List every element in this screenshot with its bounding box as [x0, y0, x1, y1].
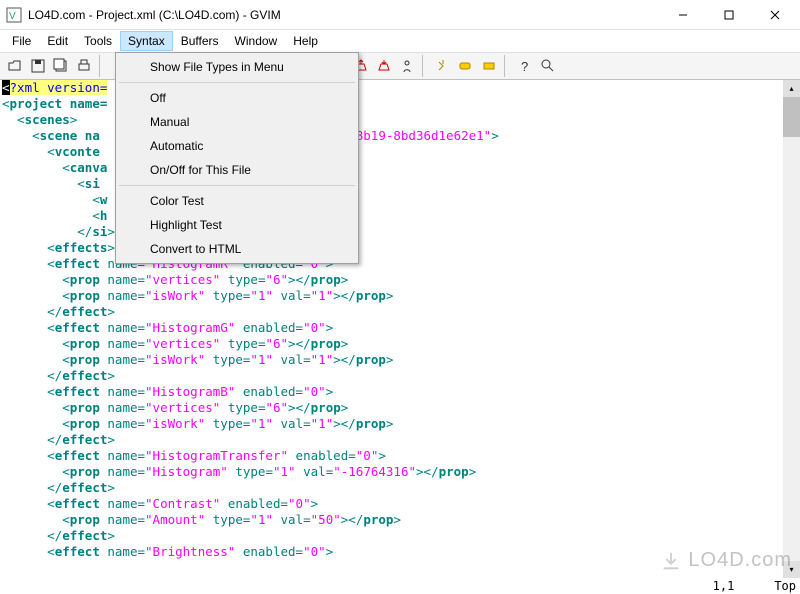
cursor-position: 1,1 — [713, 579, 735, 593]
jump-icon[interactable] — [478, 55, 500, 77]
menu-separator — [119, 82, 355, 83]
menuitem-onoff-file[interactable]: On/Off for This File — [118, 158, 356, 182]
toolbar-separator — [504, 55, 510, 77]
menuitem-show-filetypes[interactable]: Show File Types in Menu — [118, 55, 356, 79]
menu-buffers[interactable]: Buffers — [173, 31, 227, 51]
save-icon[interactable] — [27, 55, 49, 77]
watermark: LO4D.com — [660, 549, 792, 572]
toolbar-separator — [99, 55, 105, 77]
syntax-dropdown: Show File Types in Menu Off Manual Autom… — [115, 52, 359, 264]
toolbar-separator — [422, 55, 428, 77]
menu-edit[interactable]: Edit — [39, 31, 76, 51]
watermark-text: LO4D.com — [688, 549, 792, 572]
print-icon[interactable] — [73, 55, 95, 77]
svg-text:V: V — [9, 11, 16, 22]
tags-icon[interactable] — [455, 55, 477, 77]
titlebar: V LO4D.com - Project.xml (C:\LO4D.com) -… — [0, 0, 800, 30]
menuitem-color-test[interactable]: Color Test — [118, 189, 356, 213]
window-controls — [660, 0, 798, 30]
app-icon: V — [6, 7, 22, 23]
scroll-track[interactable] — [783, 137, 800, 561]
saveall-icon[interactable] — [50, 55, 72, 77]
make-icon[interactable] — [432, 55, 454, 77]
find-help-icon[interactable] — [537, 55, 559, 77]
menuitem-convert-html[interactable]: Convert to HTML — [118, 237, 356, 261]
statusbar: 1,1 Top — [0, 578, 800, 594]
menuitem-automatic[interactable]: Automatic — [118, 134, 356, 158]
svg-text:?: ? — [521, 59, 528, 74]
menu-help[interactable]: Help — [285, 31, 326, 51]
menuitem-highlight-test[interactable]: Highlight Test — [118, 213, 356, 237]
menu-file[interactable]: File — [4, 31, 39, 51]
menu-tools[interactable]: Tools — [76, 31, 120, 51]
menuitem-manual[interactable]: Manual — [118, 110, 356, 134]
menu-window[interactable]: Window — [227, 31, 286, 51]
run-script-icon[interactable] — [396, 55, 418, 77]
minimize-button[interactable] — [660, 0, 706, 30]
open-icon[interactable] — [4, 55, 26, 77]
save-session-icon[interactable] — [373, 55, 395, 77]
scroll-up-arrow[interactable]: ▴ — [783, 80, 800, 97]
window-title: LO4D.com - Project.xml (C:\LO4D.com) - G… — [28, 8, 660, 22]
maximize-button[interactable] — [706, 0, 752, 30]
scroll-thumb[interactable] — [783, 97, 800, 137]
scroll-indicator: Top — [774, 579, 796, 593]
close-button[interactable] — [752, 0, 798, 30]
menu-separator — [119, 185, 355, 186]
help-icon[interactable]: ? — [514, 55, 536, 77]
download-icon — [660, 550, 682, 572]
vertical-scrollbar[interactable]: ▴ ▾ — [783, 80, 800, 578]
menubar: File Edit Tools Syntax Buffers Window He… — [0, 30, 800, 52]
menu-syntax[interactable]: Syntax — [120, 31, 173, 51]
menuitem-off[interactable]: Off — [118, 86, 356, 110]
